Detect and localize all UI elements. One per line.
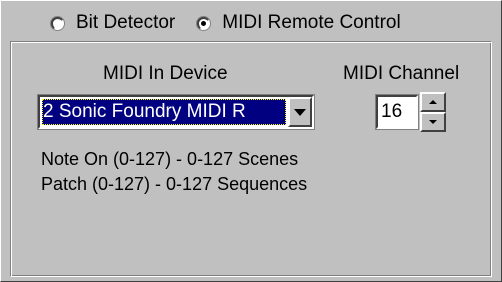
midi-remote-control-radio[interactable] [197,16,211,30]
arrow-up-icon [429,100,437,104]
bit-detector-label: Bit Detector [76,12,176,33]
note-on-info-text: Note On (0-127) - 0-127 Scenes [41,149,299,169]
midi-channel-label: MIDI Channel [343,63,460,84]
midi-channel-spinner [420,92,446,132]
channel-decrement-button[interactable] [420,112,446,132]
chevron-down-icon [294,108,306,116]
bit-detector-option[interactable]: Bit Detector [51,12,175,34]
midi-channel-field[interactable]: 16 [376,95,418,129]
midi-remote-control-label: MIDI Remote Control [222,12,401,33]
midi-remote-control-option[interactable]: MIDI Remote Control [197,12,401,34]
channel-increment-button[interactable] [420,92,446,112]
midi-in-device-selected[interactable]: 2 Sonic Foundry MIDI R [42,99,286,125]
midi-in-device-label: MIDI In Device [103,63,228,84]
mode-radio-group: Bit Detector MIDI Remote Control [51,10,423,36]
dropdown-button[interactable] [288,97,312,127]
arrow-down-icon [429,120,437,124]
midi-in-device-dropdown[interactable]: 2 Sonic Foundry MIDI R [38,95,314,129]
midi-settings-panel: Bit Detector MIDI Remote Control MIDI In… [0,0,502,282]
bit-detector-radio[interactable] [51,16,64,30]
patch-info-text: Patch (0-127) - 0-127 Sequences [41,174,308,194]
